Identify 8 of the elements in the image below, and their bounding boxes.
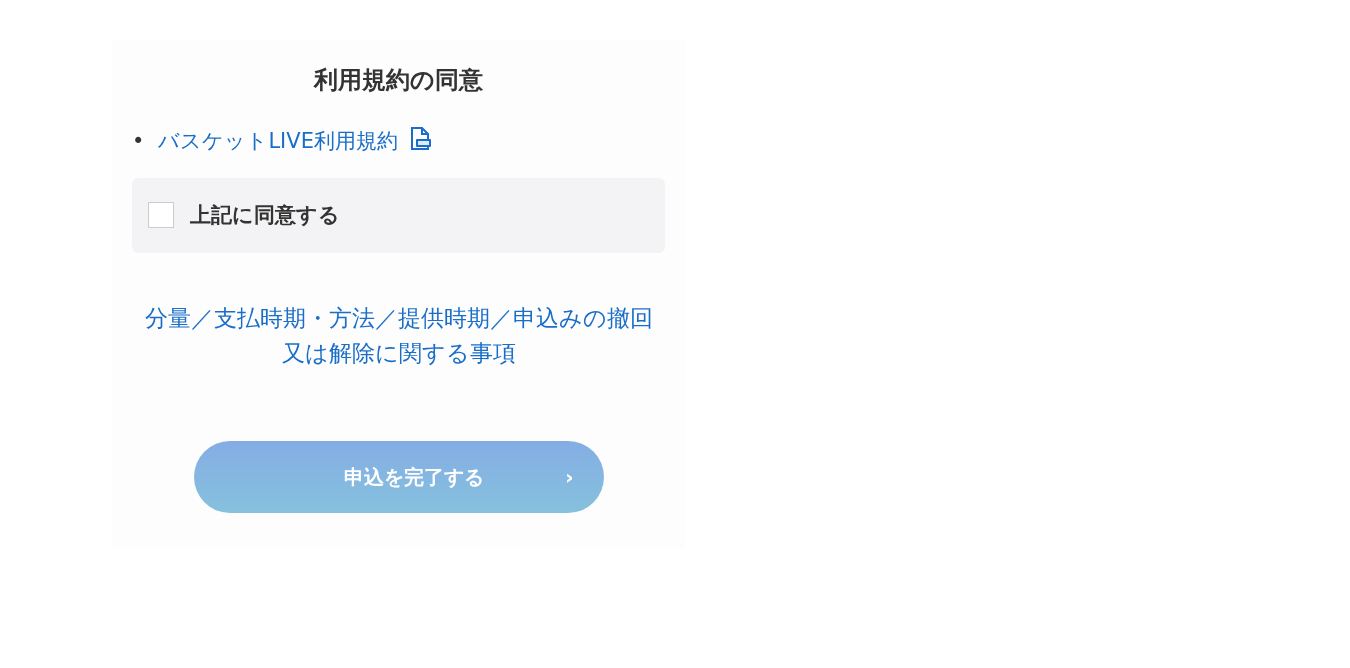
chevron-right-icon: ›	[565, 462, 574, 492]
terms-info-link[interactable]: 分量／支払時期・方法／提供時期／申込みの撤回又は解除に関する事項	[136, 301, 661, 371]
section-title: 利用規約の同意	[312, 65, 484, 96]
terms-link[interactable]: バスケットLIVE利用規約	[158, 129, 398, 153]
checkbox[interactable]	[148, 202, 174, 229]
bullet: •	[132, 129, 145, 153]
pdf-file-icon[interactable]	[409, 127, 432, 151]
agree-label: 上記に同意する	[190, 201, 340, 229]
